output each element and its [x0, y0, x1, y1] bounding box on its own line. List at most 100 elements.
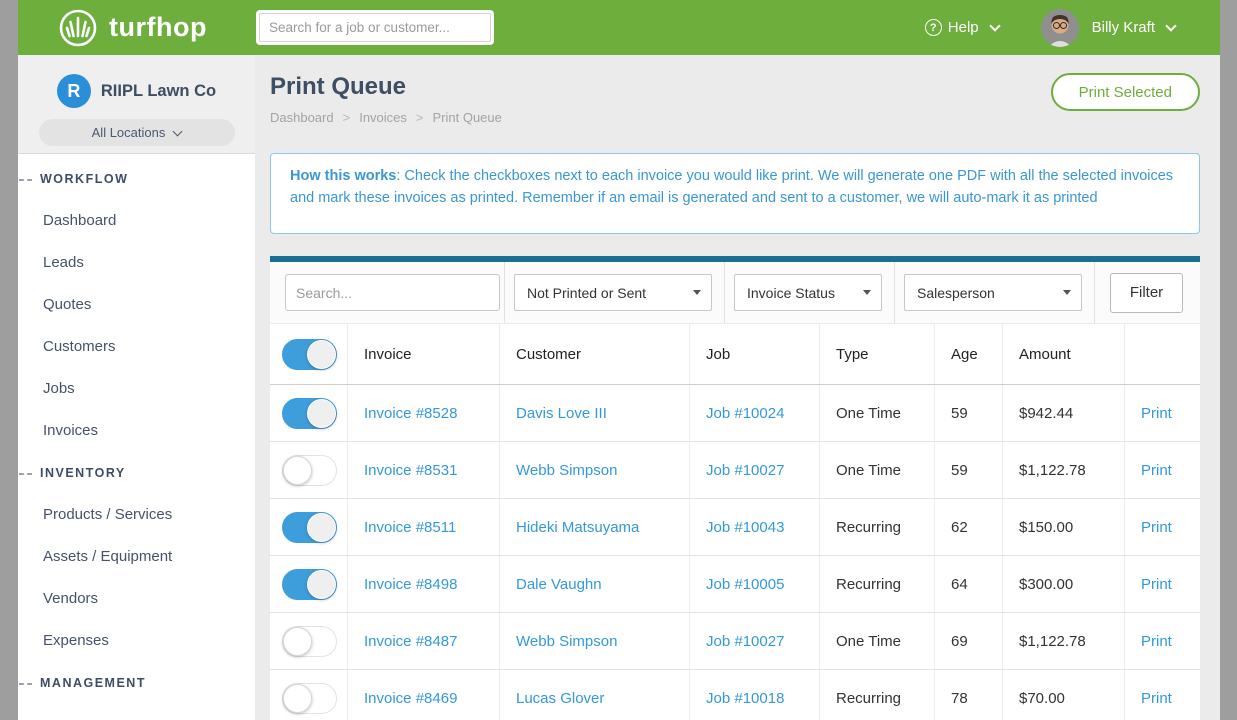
customer-link[interactable]: Webb Simpson: [516, 633, 617, 650]
print-link[interactable]: Print: [1141, 519, 1172, 536]
help-chevron-down-icon[interactable]: [989, 20, 1000, 31]
age-cell: 59: [935, 442, 1003, 498]
page-title: Print Queue: [270, 72, 502, 102]
col-header-customer: Customer: [500, 324, 690, 384]
invoice-link[interactable]: Invoice #8531: [364, 462, 457, 479]
row-select-toggle[interactable]: [282, 626, 337, 657]
customer-link[interactable]: Dale Vaughn: [516, 576, 602, 593]
invoice-link[interactable]: Invoice #8469: [364, 690, 457, 707]
callout-title: How this works: [290, 168, 396, 184]
dashes-icon: [19, 179, 32, 181]
breadcrumb-invoices[interactable]: Invoices: [359, 110, 407, 125]
amount-cell: $1,122.78: [1003, 442, 1125, 498]
customer-link[interactable]: Davis Love III: [516, 405, 607, 422]
job-link[interactable]: Job #10027: [706, 633, 784, 650]
print-link[interactable]: Print: [1141, 576, 1172, 593]
global-search-input[interactable]: [259, 13, 491, 42]
user-chevron-down-icon[interactable]: [1165, 20, 1176, 31]
sidebar-item-jobs[interactable]: Jobs: [18, 368, 255, 410]
job-link[interactable]: Job #10005: [706, 576, 784, 593]
amount-cell: $1,122.78: [1003, 613, 1125, 669]
type-cell: One Time: [820, 385, 935, 441]
age-cell: 59: [935, 385, 1003, 441]
window-scrollbar[interactable]: [1220, 0, 1237, 720]
brand-wordmark: turfhop: [109, 12, 207, 43]
age-cell: 64: [935, 556, 1003, 612]
invoice-link[interactable]: Invoice #8487: [364, 633, 457, 650]
type-cell: Recurring: [820, 670, 935, 720]
user-menu[interactable]: Billy Kraft: [1092, 19, 1155, 36]
global-search: [256, 10, 494, 45]
breadcrumb-print-queue: Print Queue: [433, 110, 502, 125]
job-link[interactable]: Job #10027: [706, 462, 784, 479]
topbar-right: ? Help Billy Kraft: [925, 9, 1175, 47]
dashes-icon: [19, 683, 32, 685]
location-selector-label: All Locations: [92, 125, 166, 140]
app-window: turfhop ? Help: [18, 0, 1220, 720]
type-cell: Recurring: [820, 499, 935, 555]
sidebar-item-leads[interactable]: Leads: [18, 242, 255, 284]
sidebar-item-customers[interactable]: Customers: [18, 326, 255, 368]
select-all-toggle[interactable]: [282, 339, 337, 370]
sidebar-item-invoices[interactable]: Invoices: [18, 410, 255, 452]
breadcrumb-dashboard[interactable]: Dashboard: [270, 110, 334, 125]
job-link[interactable]: Job #10018: [706, 690, 784, 707]
location-selector[interactable]: All Locations: [39, 119, 235, 146]
type-cell: One Time: [820, 442, 935, 498]
nav-section-management: MANAGEMENT: [18, 662, 255, 704]
select-arrow-icon: [693, 290, 701, 295]
user-avatar[interactable]: [1041, 9, 1079, 47]
table-search-input[interactable]: [285, 274, 500, 311]
row-select-toggle[interactable]: [282, 569, 337, 600]
sidebar-item-products-services[interactable]: Products / Services: [18, 494, 255, 536]
dashes-icon: [19, 473, 32, 475]
callout-text: : Check the checkboxes next to each invo…: [290, 168, 1173, 206]
customer-link[interactable]: Webb Simpson: [516, 462, 617, 479]
help-menu[interactable]: Help: [948, 19, 979, 36]
job-link[interactable]: Job #10043: [706, 519, 784, 536]
amount-cell: $70.00: [1003, 670, 1125, 720]
age-cell: 62: [935, 499, 1003, 555]
amount-cell: $942.44: [1003, 385, 1125, 441]
amount-cell: $150.00: [1003, 499, 1125, 555]
customer-link[interactable]: Lucas Glover: [516, 690, 604, 707]
row-select-toggle[interactable]: [282, 398, 337, 429]
print-link[interactable]: Print: [1141, 405, 1172, 422]
filter-button[interactable]: Filter: [1110, 273, 1183, 313]
sidebar-item-assets-equipment[interactable]: Assets / Equipment: [18, 536, 255, 578]
table-row: Invoice #8528 Davis Love III Job #10024 …: [270, 385, 1200, 442]
main-content: Print Queue Dashboard > Invoices > Print…: [255, 55, 1220, 720]
how-this-works-callout: How this works: Check the checkboxes nex…: [270, 153, 1200, 234]
nav-section-inventory: INVENTORY: [18, 452, 255, 494]
turfhop-grass-icon: [58, 8, 98, 48]
print-link[interactable]: Print: [1141, 633, 1172, 650]
print-link[interactable]: Print: [1141, 690, 1172, 707]
row-select-toggle[interactable]: [282, 512, 337, 543]
sidebar-item-expenses[interactable]: Expenses: [18, 620, 255, 662]
col-header-invoice: Invoice: [348, 324, 500, 384]
invoice-link[interactable]: Invoice #8498: [364, 576, 457, 593]
company-name: RIIPL Lawn Co: [101, 82, 216, 101]
print-link[interactable]: Print: [1141, 462, 1172, 479]
invoice-link[interactable]: Invoice #8528: [364, 405, 457, 422]
row-select-toggle[interactable]: [282, 683, 337, 714]
invoice-status-select[interactable]: Invoice Status: [734, 274, 882, 311]
type-cell: Recurring: [820, 556, 935, 612]
select-arrow-icon: [1063, 290, 1071, 295]
salesperson-select[interactable]: Salesperson: [904, 274, 1082, 311]
table-row: Invoice #8498 Dale Vaughn Job #10005 Rec…: [270, 556, 1200, 613]
invoice-status-select-value: Invoice Status: [747, 285, 835, 301]
sidebar-item-dashboard[interactable]: Dashboard: [18, 200, 255, 242]
print-queue-card: Not Printed or Sent Invoice Status Sales…: [270, 256, 1200, 720]
sidebar-item-quotes[interactable]: Quotes: [18, 284, 255, 326]
print-selected-button[interactable]: Print Selected: [1051, 73, 1200, 111]
invoice-link[interactable]: Invoice #8511: [364, 519, 456, 536]
sidebar-item-vendors[interactable]: Vendors: [18, 578, 255, 620]
row-select-toggle[interactable]: [282, 455, 337, 486]
customer-link[interactable]: Hideki Matsuyama: [516, 519, 639, 536]
printed-status-select[interactable]: Not Printed or Sent: [514, 274, 712, 311]
top-navbar: turfhop ? Help: [18, 0, 1220, 55]
job-link[interactable]: Job #10024: [706, 405, 784, 422]
help-icon: ?: [925, 19, 942, 36]
table-header-row: Invoice Customer Job Type Age Amount: [270, 323, 1200, 385]
